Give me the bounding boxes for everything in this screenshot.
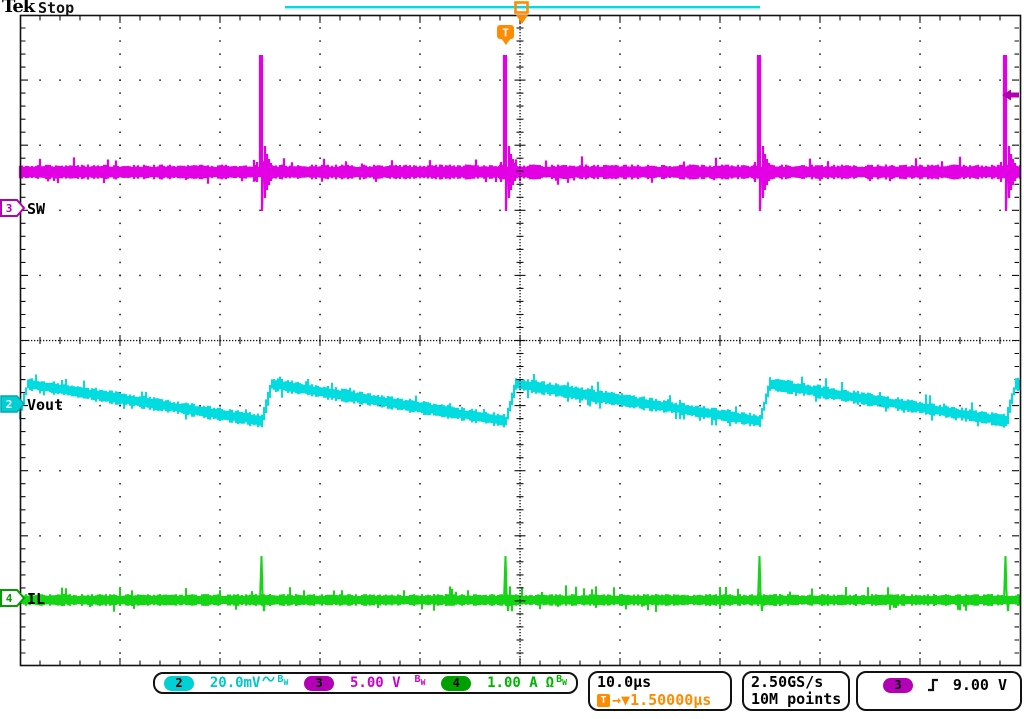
ch3-position-marker[interactable]: 3	[0, 199, 26, 217]
ch4-scale: 1.00 A	[487, 675, 538, 691]
trigger-position-badge[interactable]: T	[497, 25, 514, 45]
ch2-position-marker[interactable]: 2	[0, 395, 26, 413]
ac-sine-icon	[262, 674, 275, 684]
timebase-scale: 10.0µs	[597, 673, 651, 691]
ch3-bandwidth-limit: BW	[415, 674, 426, 687]
ch3-scale: 5.00 V	[350, 675, 401, 691]
ch2-waveform-label: Vout	[27, 396, 63, 414]
ch4-badge[interactable]: 4	[441, 676, 471, 691]
trigger-delay-readout: T→▼1.50000µs	[597, 691, 711, 709]
horizontal-readout[interactable]: 10.0µs T→▼1.50000µs	[588, 671, 732, 711]
acquisition-readout[interactable]: 2.50GS/s 10M points	[742, 671, 850, 711]
record-view-bar[interactable]	[285, 6, 760, 8]
record-window-indicator	[285, 6, 760, 8]
trigger-icon: T	[597, 694, 610, 707]
ch3-badge[interactable]: 3	[304, 676, 334, 691]
trigger-level: 9.00 V	[953, 676, 1007, 694]
ch4-impedance: Ω	[546, 675, 554, 691]
waveform-traces	[20, 55, 1020, 612]
trigger-position-top-marker[interactable]	[516, 3, 529, 25]
waveform-ch3-sw	[20, 55, 1020, 211]
ch4-position-marker[interactable]: 4	[0, 589, 26, 607]
ch4-bandwidth-limit: BW	[556, 674, 567, 687]
graticule-center-lines	[22, 17, 1019, 666]
oscilloscope-screen: Tek Stop T 3 SW 2 Vout 4 I	[0, 0, 1024, 719]
waveform-ch4-il	[20, 556, 1020, 612]
trigger-readout[interactable]: 3 9.00 V	[856, 671, 1022, 711]
ch3-waveform-label: SW	[27, 200, 45, 218]
ch4-waveform-label: IL	[27, 590, 45, 608]
channel-scale-readouts[interactable]: 2 20.0mV BW 3 5.00 V BW 4 1.00 A Ω BW	[153, 672, 578, 694]
svg-text:4: 4	[6, 592, 13, 605]
trigger-source-badge[interactable]: 3	[883, 678, 913, 693]
rising-edge-icon	[926, 677, 940, 693]
svg-text:3: 3	[6, 202, 13, 215]
ch2-bandwidth-limit: BW	[277, 674, 288, 687]
record-length: 10M points	[751, 691, 841, 708]
ch2-scale: 20.0mV	[210, 675, 261, 691]
svg-text:T: T	[502, 27, 509, 40]
sample-rate: 2.50GS/s	[751, 674, 823, 691]
svg-text:2: 2	[6, 398, 13, 411]
ch2-badge[interactable]: 2	[164, 676, 194, 691]
